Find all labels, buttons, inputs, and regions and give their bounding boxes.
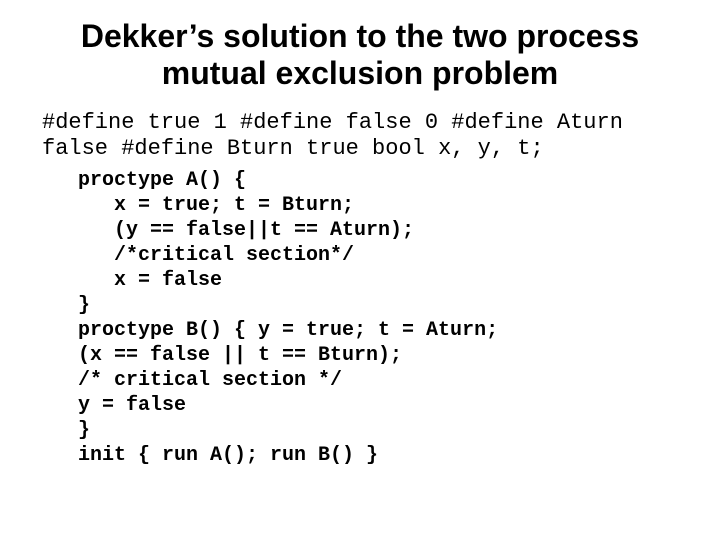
slide: Dekker’s solution to the two process mut… [0,0,720,540]
slide-title: Dekker’s solution to the two process mut… [36,18,684,92]
code-block: proctype A() { x = true; t = Bturn; (y =… [78,168,684,468]
define-block: #define true 1 #define false 0 #define A… [42,110,684,162]
